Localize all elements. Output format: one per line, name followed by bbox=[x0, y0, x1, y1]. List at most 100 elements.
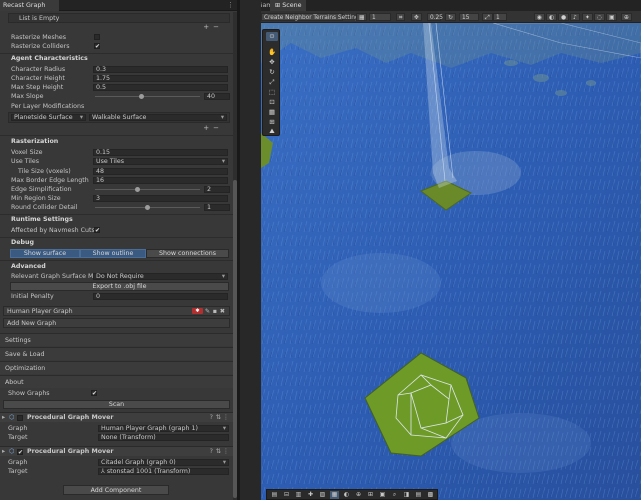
edge-simplification-slider[interactable] bbox=[95, 187, 200, 192]
audio-icon[interactable]: ♪ bbox=[570, 13, 580, 21]
mover1-header[interactable]: ▸ ⬡ Procedural Graph Mover ? ⇅ ⋮ bbox=[0, 412, 233, 422]
overlay-icon[interactable]: ▤ bbox=[270, 491, 279, 499]
camera-icon[interactable]: ▣ bbox=[606, 13, 618, 21]
foldout-arrow-icon[interactable]: ▸ bbox=[2, 447, 5, 457]
layer-add-remove[interactable]: +− bbox=[203, 124, 223, 132]
gizmos-icon[interactable]: ⊕ bbox=[621, 13, 632, 21]
rasterize-meshes-checkbox[interactable] bbox=[94, 34, 100, 40]
show-surface-button[interactable]: Show surface bbox=[10, 249, 80, 258]
overlay-icon[interactable]: ▨ bbox=[318, 491, 327, 499]
grid-move-tool-icon[interactable]: ▦ bbox=[266, 108, 278, 117]
foldout-arrow-icon[interactable]: ▸ bbox=[2, 413, 5, 423]
section-settings[interactable]: Settings bbox=[0, 333, 233, 346]
section-save-load[interactable]: Save & Load bbox=[0, 347, 233, 360]
effects-icon[interactable]: ✦ bbox=[582, 13, 593, 21]
overlay-icon[interactable]: ▦ bbox=[330, 491, 339, 499]
preset-icon[interactable]: ⇅ bbox=[216, 447, 221, 457]
grid-size-field[interactable]: 1 bbox=[369, 13, 391, 21]
tile-size-field[interactable]: 48 bbox=[93, 168, 228, 175]
voxel-size-field[interactable]: 0.15 bbox=[93, 149, 228, 156]
overlay-icon[interactable]: ▩ bbox=[426, 491, 435, 499]
overlay-icon[interactable]: ⊕ bbox=[354, 491, 363, 499]
move-snap-field[interactable]: 0.25 bbox=[427, 13, 443, 21]
round-collider-detail-knob[interactable] bbox=[145, 205, 151, 210]
scale-snap-icon[interactable]: ⤢ bbox=[482, 13, 493, 21]
layer-mode-dropdown[interactable]: Walkable Surface bbox=[89, 114, 227, 121]
max-step-height-field[interactable]: 0.5 bbox=[93, 84, 228, 91]
help-icon[interactable]: ? bbox=[210, 447, 213, 457]
mover2-target-field[interactable]: ⅄ stonstad 1001 (Transform) bbox=[98, 468, 229, 475]
scene-viewport[interactable] bbox=[261, 23, 641, 500]
rotate-snap-icon[interactable]: ↻ bbox=[445, 13, 456, 21]
tab-recast-graph[interactable]: Recast Graph bbox=[0, 0, 60, 11]
hidden-icon[interactable]: ◌ bbox=[594, 13, 606, 21]
overlay-icon[interactable]: ⊟ bbox=[282, 491, 291, 499]
layer-name-dropdown[interactable]: Planetside Surface bbox=[11, 114, 86, 121]
kebab-menu-icon[interactable]: ⋮ bbox=[223, 413, 229, 423]
mover1-enabled-checkbox[interactable] bbox=[17, 415, 23, 421]
overlay-icon[interactable]: ◨ bbox=[402, 491, 411, 499]
kebab-menu-icon[interactable]: ⋮ bbox=[223, 447, 229, 457]
section-optimization[interactable]: Optimization bbox=[0, 361, 233, 374]
terrain-tool-icon[interactable]: ⛰ bbox=[266, 127, 278, 136]
round-collider-detail-value[interactable]: 1 bbox=[204, 204, 230, 211]
initial-penalty-field[interactable]: 0 bbox=[93, 293, 228, 300]
max-slope-knob[interactable] bbox=[139, 94, 145, 99]
overlay-icon[interactable]: ⊞ bbox=[366, 491, 375, 499]
show-graphs-checkbox[interactable]: ✔ bbox=[91, 390, 97, 397]
edge-simplification-knob[interactable] bbox=[134, 187, 140, 192]
max-slope-slider[interactable] bbox=[95, 94, 200, 99]
character-height-field[interactable]: 1.75 bbox=[93, 75, 228, 82]
relevant-mode-dropdown[interactable]: Do Not Require bbox=[93, 273, 228, 280]
show-connections-button[interactable]: Show connections bbox=[146, 249, 229, 258]
scale-snap-field[interactable]: 1 bbox=[493, 13, 507, 21]
shading-icon[interactable]: ◉ bbox=[534, 13, 546, 21]
tab-scene[interactable]: ⊞ Scene bbox=[270, 0, 307, 11]
overlay-icon[interactable]: ▣ bbox=[378, 491, 387, 499]
transform-tool-icon[interactable]: ⊡ bbox=[266, 98, 278, 107]
scale-tool-icon[interactable]: ⤢ bbox=[266, 78, 278, 87]
rotate-snap-field[interactable]: 15 bbox=[459, 13, 479, 21]
use-tiles-dropdown[interactable]: Use Tiles bbox=[93, 158, 228, 165]
mover2-header[interactable]: ▸ ⬡ ✔ Procedural Graph Mover ? ⇅ ⋮ bbox=[0, 446, 233, 456]
hand-tool-icon[interactable]: ✋ bbox=[266, 48, 278, 57]
list-add-remove[interactable]: +− bbox=[203, 23, 223, 31]
mover1-graph-dropdown[interactable]: Human Player Graph (graph 1) bbox=[98, 425, 229, 432]
overlay-icon[interactable]: ▥ bbox=[294, 491, 303, 499]
edit-icon[interactable]: ✎ bbox=[205, 307, 210, 316]
help-icon[interactable]: ? bbox=[210, 413, 213, 423]
custom-tool-icon[interactable]: ⊞ bbox=[266, 118, 278, 127]
export-obj-button[interactable]: Export to .obj file bbox=[10, 282, 229, 291]
max-slope-value[interactable]: 40 bbox=[204, 93, 230, 100]
mover2-enabled-checkbox[interactable]: ✔ bbox=[17, 449, 23, 456]
trash-icon[interactable]: ✖ bbox=[220, 307, 225, 316]
neighbor-terrains-dropdown[interactable]: Create Neighbor Terrains Settings ▾ bbox=[261, 13, 366, 21]
edge-simplification-value[interactable]: 2 bbox=[204, 186, 230, 193]
graph-header-human[interactable]: Human Player Graph ✱ ✎ ▪ ✖ bbox=[3, 306, 230, 316]
scan-button[interactable]: Scan bbox=[3, 400, 230, 409]
overlay-icon[interactable]: ◐ bbox=[342, 491, 351, 499]
snap-icon[interactable]: ⌗ bbox=[396, 13, 406, 21]
rasterize-colliders-checkbox[interactable]: ✔ bbox=[94, 43, 100, 50]
2d-icon[interactable]: ◐ bbox=[546, 13, 558, 21]
move-snap-icon[interactable]: ✥ bbox=[411, 13, 422, 21]
grid-toggle-icon[interactable]: ▦ bbox=[356, 13, 368, 21]
overlay-icon[interactable]: ✚ bbox=[306, 491, 315, 499]
move-tool-icon[interactable]: ✥ bbox=[266, 58, 278, 67]
info-badge-icon[interactable]: ✱ bbox=[192, 308, 203, 314]
mover1-target-field[interactable]: None (Transform) bbox=[98, 434, 229, 441]
rotate-tool-icon[interactable]: ↻ bbox=[266, 68, 278, 77]
overlay-icon[interactable]: ▤ bbox=[414, 491, 423, 499]
lock-icon[interactable]: ▪ bbox=[213, 307, 217, 316]
round-collider-detail-slider[interactable] bbox=[95, 205, 200, 210]
add-component-button[interactable]: Add Component bbox=[63, 485, 169, 495]
lighting-icon[interactable]: ● bbox=[558, 13, 570, 21]
view-tool-icon[interactable]: ⊙ bbox=[266, 32, 278, 41]
character-radius-field[interactable]: 0.3 bbox=[93, 66, 228, 73]
search-icon[interactable]: ⌕ bbox=[390, 491, 399, 499]
show-outline-button[interactable]: Show outline bbox=[80, 249, 146, 258]
affected-by-cuts-checkbox[interactable]: ✔ bbox=[94, 227, 100, 234]
min-region-size-field[interactable]: 3 bbox=[93, 195, 228, 202]
preset-icon[interactable]: ⇅ bbox=[216, 413, 221, 423]
section-about[interactable]: About bbox=[0, 375, 233, 388]
